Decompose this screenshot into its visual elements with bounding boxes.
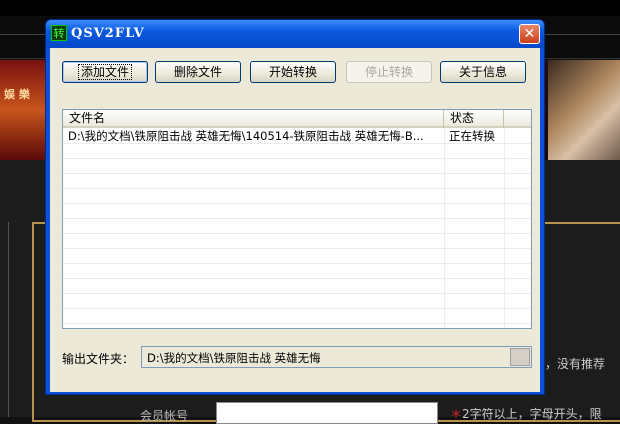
delete-file-label: 删除文件 [173, 65, 222, 79]
account-input[interactable] [216, 402, 438, 424]
empty-row [63, 309, 531, 324]
page-top-bar [0, 0, 620, 16]
empty-row [63, 144, 531, 159]
output-folder-field[interactable]: D:\我的文档\铁原阻击战 英雄无悔 [141, 346, 532, 368]
empty-row [63, 294, 531, 309]
close-button[interactable]: ✕ [519, 24, 540, 44]
stop-convert-button[interactable]: 停止转换 [346, 61, 432, 83]
row-filename: D:\我的文档\铁原阻击战 英雄无悔\140514-铁原阻击战 英雄无悔-B..… [68, 129, 424, 143]
empty-row [63, 234, 531, 249]
account-label: 会员帐号 [140, 409, 189, 423]
empty-row [63, 204, 531, 219]
page-side-text: ，没有推荐 [545, 357, 606, 371]
add-file-button[interactable]: 添加文件 [62, 61, 148, 83]
banner-logo-image: 娱 樂 [0, 60, 48, 160]
window-title: QSV2FLV [71, 26, 145, 41]
account-hint: ＊2字符以上，字母开头，限 [450, 405, 602, 422]
empty-row [63, 189, 531, 204]
empty-row [63, 264, 531, 279]
delete-file-button[interactable]: 删除文件 [155, 61, 241, 83]
empty-row [63, 159, 531, 174]
file-list-header: 文件名 状态 [63, 110, 531, 128]
file-list[interactable]: 文件名 状态 D:\我的文档\铁原阻击战 英雄无悔\140514-铁原阻击战 英… [62, 109, 532, 329]
about-label: 关于信息 [458, 65, 507, 79]
column-header-filename[interactable]: 文件名 [63, 110, 444, 128]
account-hint-text: 2字符以上，字母开头，限 [462, 407, 602, 421]
start-convert-label: 开始转换 [268, 65, 317, 79]
window-client-area: 添加文件 删除文件 开始转换 停止转换 关于信息 文件名 状态 D:\我的文档\… [50, 48, 540, 392]
empty-row [63, 174, 531, 189]
title-bar[interactable]: 转 QSV2FLV ✕ [46, 20, 544, 48]
app-icon: 转 [51, 25, 67, 41]
stop-convert-label: 停止转换 [364, 65, 413, 79]
start-convert-button[interactable]: 开始转换 [250, 61, 336, 83]
output-folder-path: D:\我的文档\铁原阻击战 英雄无悔 [147, 351, 321, 365]
output-folder-label: 输出文件夹： [62, 352, 135, 366]
column-header-status[interactable]: 状态 [444, 110, 504, 128]
banner-logo-text: 娱 樂 [4, 88, 30, 101]
row-status: 正在转换 [449, 129, 495, 143]
page-side-border [0, 222, 9, 417]
empty-row [63, 249, 531, 264]
browse-folder-button[interactable] [510, 348, 530, 366]
qsv2flv-window: 转 QSV2FLV ✕ 添加文件 删除文件 开始转换 停止转换 关于信息 文件名… [45, 19, 545, 395]
required-star: ＊ [450, 407, 463, 421]
empty-row [63, 279, 531, 294]
empty-row [63, 219, 531, 234]
about-button[interactable]: 关于信息 [440, 61, 526, 83]
table-row[interactable]: D:\我的文档\铁原阻击战 英雄无悔\140514-铁原阻击战 英雄无悔-B..… [63, 129, 531, 144]
add-file-label: 添加文件 [77, 64, 133, 80]
